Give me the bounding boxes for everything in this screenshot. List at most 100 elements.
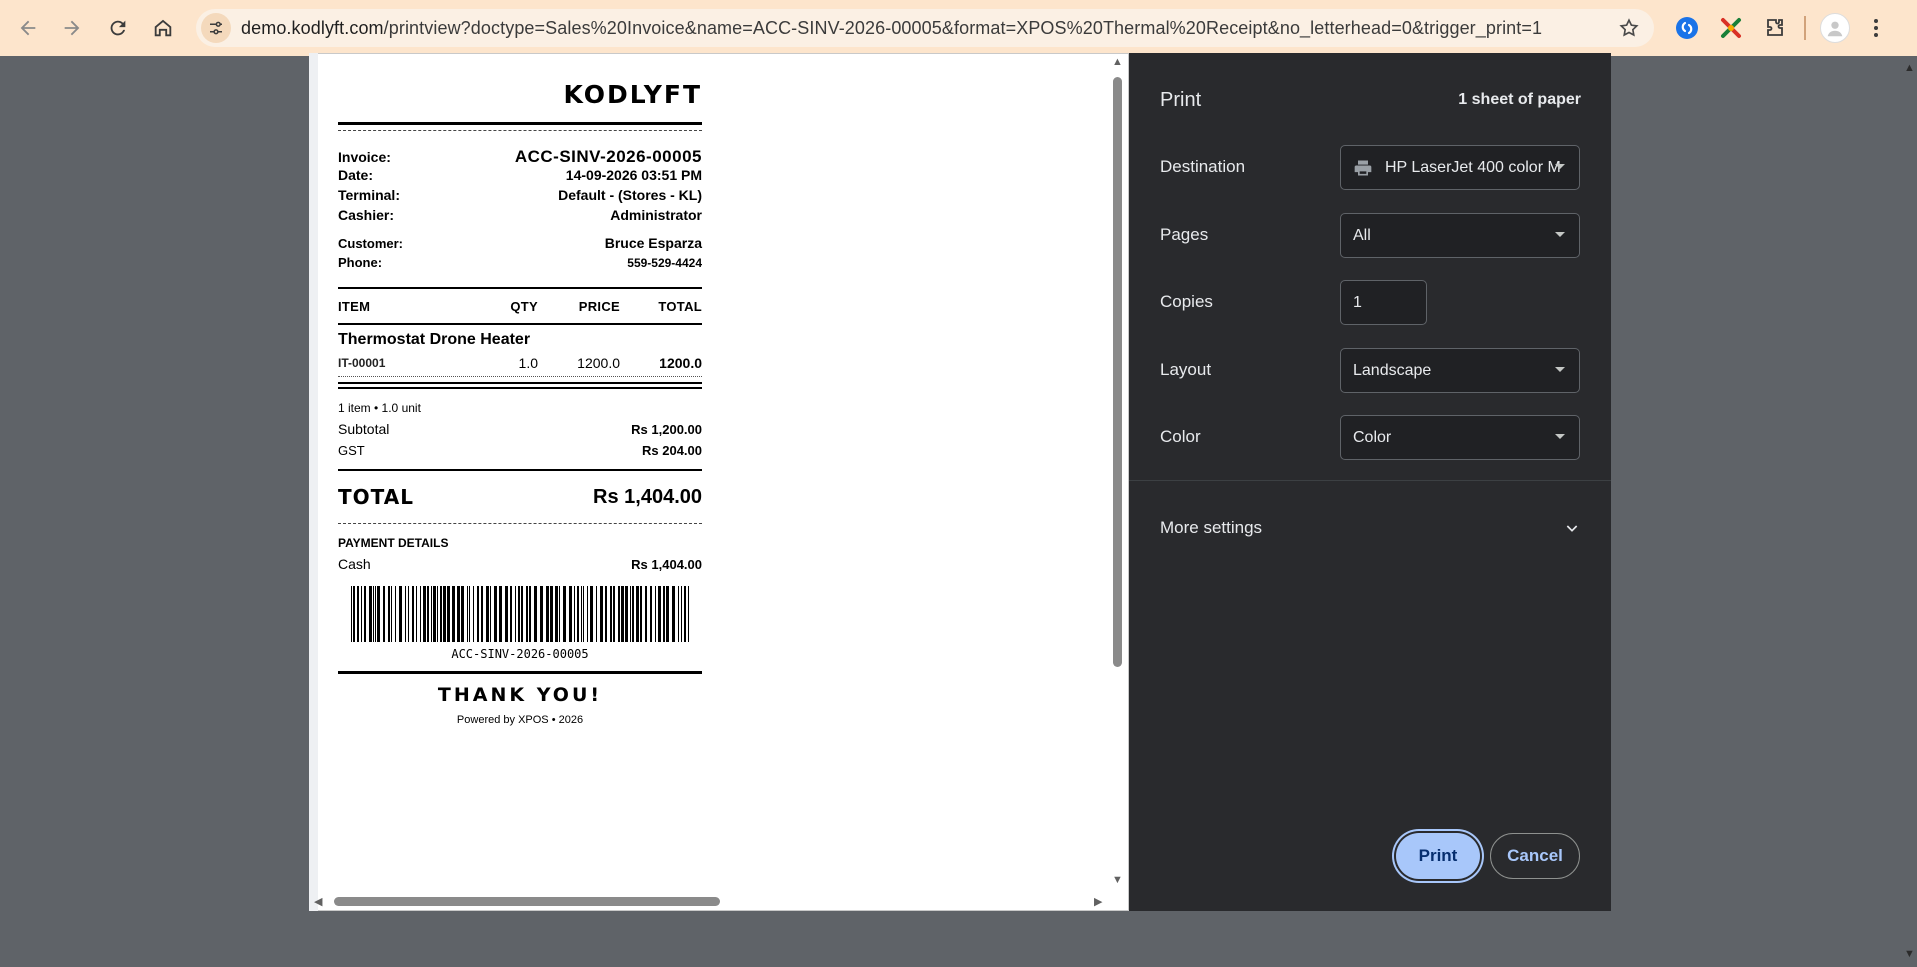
item-detail-row: IT-00001 1.0 1200.0 1200.0 bbox=[338, 353, 702, 373]
item-price: 1200.0 bbox=[577, 355, 620, 371]
scroll-left-arrow[interactable]: ◀ bbox=[314, 895, 322, 908]
pages-label: Pages bbox=[1160, 225, 1209, 244]
scroll-up-arrow[interactable]: ▲ bbox=[1904, 62, 1915, 74]
shazam-extension[interactable] bbox=[1672, 13, 1702, 43]
invoice-info: Invoice: ACC-SINV-2026-00005 Date: 14-09… bbox=[338, 147, 702, 227]
shazam-icon bbox=[1676, 17, 1698, 39]
column-header-item: ITEM bbox=[338, 298, 371, 314]
divider bbox=[338, 122, 702, 125]
preview-horizontal-scrollbar[interactable]: ◀ ▶ bbox=[310, 893, 1110, 909]
site-info-button[interactable] bbox=[201, 13, 231, 43]
more-settings-label: More settings bbox=[1160, 518, 1263, 537]
column-header-total: TOTAL bbox=[658, 298, 702, 314]
chevron-down-icon bbox=[1566, 525, 1578, 532]
barcode-text: ACC-SINV-2026-00005 bbox=[451, 647, 589, 661]
receipt-brand: KODLYFT bbox=[563, 80, 702, 109]
invoice-row: Invoice: ACC-SINV-2026-00005 bbox=[338, 147, 702, 167]
receipt: KODLYFT Invoice: ACC-SINV-2026-00005 Dat… bbox=[338, 80, 702, 726]
scroll-thumb[interactable] bbox=[1113, 77, 1122, 667]
customer-value: Bruce Esparza bbox=[604, 235, 702, 251]
home-icon bbox=[154, 19, 172, 37]
url-host: demo.kodlyft.com bbox=[241, 17, 384, 38]
color-label: Color bbox=[1160, 427, 1201, 446]
reload-icon bbox=[110, 20, 126, 36]
scroll-thumb[interactable] bbox=[334, 897, 720, 906]
date-row: Date: 14-09-2026 03:51 PM bbox=[338, 167, 702, 187]
customer-label: Customer: bbox=[338, 236, 404, 251]
list-item: Thermostat Drone Heater IT-00001 1.0 120… bbox=[338, 325, 702, 377]
column-header-qty: QTY bbox=[510, 298, 538, 314]
cashier-value: Administrator bbox=[610, 207, 702, 223]
destination-value: HP LaserJet 400 color M bbox=[1385, 158, 1561, 176]
pages-select[interactable]: All bbox=[1340, 213, 1580, 258]
layout-select[interactable]: Landscape bbox=[1340, 348, 1580, 393]
date-value: 14-09-2026 03:51 PM bbox=[565, 167, 702, 183]
cancel-button[interactable]: Cancel bbox=[1490, 833, 1580, 879]
phone-value: 559-529-4424 bbox=[627, 256, 702, 270]
divider bbox=[1129, 480, 1611, 481]
caret-down-icon bbox=[1555, 434, 1565, 439]
phone-row: Phone: 559-529-4424 bbox=[338, 255, 702, 273]
tax-row: GST Rs 204.00 bbox=[338, 443, 702, 465]
more-settings-toggle[interactable]: More settings bbox=[1160, 518, 1580, 538]
site-info-icon bbox=[210, 21, 222, 35]
destination-label: Destination bbox=[1160, 157, 1246, 176]
terminal-value: Default - (Stores - KL) bbox=[558, 187, 702, 203]
thank-you-text: THANK YOU! bbox=[437, 684, 603, 706]
payment-method: Cash bbox=[338, 556, 371, 572]
url-text[interactable]: demo.kodlyft.com/printview?doctype=Sales… bbox=[241, 18, 1542, 39]
payment-heading: PAYMENT DETAILS bbox=[338, 536, 449, 550]
extensions-area bbox=[1672, 10, 1888, 46]
toolbar-separator bbox=[1804, 16, 1806, 40]
divider bbox=[338, 671, 702, 674]
layout-label: Layout bbox=[1160, 360, 1212, 379]
divider bbox=[338, 387, 702, 389]
avatar[interactable] bbox=[1820, 13, 1850, 43]
item-code: IT-00001 bbox=[338, 356, 386, 370]
phone-label: Phone: bbox=[338, 255, 383, 270]
destination-select[interactable]: HP LaserJet 400 color M bbox=[1340, 145, 1580, 190]
subtotal-row: Subtotal Rs 1,200.00 bbox=[338, 421, 702, 443]
browser-menu-button[interactable] bbox=[1864, 13, 1888, 43]
payment-row: Cash Rs 1,404.00 bbox=[338, 556, 702, 578]
preview-vertical-scrollbar[interactable]: ▲ ▼ bbox=[1109, 57, 1125, 887]
address-bar[interactable]: demo.kodlyft.com/printview?doctype=Sales… bbox=[196, 9, 1654, 47]
items-header: ITEM QTY PRICE TOTAL bbox=[338, 289, 702, 323]
print-settings-panel: Print 1 sheet of paper Destination HP La… bbox=[1129, 53, 1611, 911]
divider bbox=[338, 382, 702, 384]
forward-icon bbox=[64, 20, 80, 36]
copies-input[interactable]: 1 bbox=[1340, 280, 1427, 325]
extensions-button[interactable] bbox=[1760, 13, 1790, 43]
pages-value: All bbox=[1353, 226, 1371, 244]
tax-label: GST bbox=[338, 443, 365, 458]
subtotal-label: Subtotal bbox=[338, 421, 390, 437]
color-select[interactable]: Color bbox=[1340, 415, 1580, 460]
column-header-price: PRICE bbox=[578, 298, 620, 314]
summary-count: 1 item • 1.0 unit bbox=[338, 401, 421, 415]
back-button[interactable] bbox=[6, 6, 50, 50]
home-button[interactable] bbox=[141, 6, 185, 50]
item-total: 1200.0 bbox=[659, 355, 702, 371]
forward-button[interactable] bbox=[50, 6, 94, 50]
cashier-label: Cashier: bbox=[338, 207, 395, 223]
divider bbox=[338, 523, 702, 524]
tax-value: Rs 204.00 bbox=[642, 443, 702, 458]
print-button[interactable]: Print bbox=[1396, 833, 1480, 879]
tools-extension[interactable] bbox=[1716, 13, 1746, 43]
invoice-number: ACC-SINV-2026-00005 bbox=[514, 147, 702, 166]
caret-down-icon bbox=[1555, 164, 1565, 169]
star-icon[interactable] bbox=[1618, 17, 1640, 39]
scroll-down-arrow[interactable]: ▼ bbox=[1112, 875, 1123, 886]
powered-by-text: Powered by XPOS • 2026 bbox=[456, 714, 584, 726]
scroll-up-arrow[interactable]: ▲ bbox=[1112, 57, 1123, 68]
caret-down-icon bbox=[1555, 367, 1565, 372]
page-vertical-scrollbar[interactable]: ▲ ▼ bbox=[1900, 56, 1917, 967]
invoice-label: Invoice: bbox=[338, 149, 391, 165]
back-icon bbox=[20, 20, 36, 36]
scroll-down-arrow[interactable]: ▼ bbox=[1904, 948, 1915, 960]
terminal-label: Terminal: bbox=[338, 187, 400, 203]
url-path: /printview?doctype=Sales%20Invoice&name=… bbox=[383, 17, 1543, 38]
date-label: Date: bbox=[338, 167, 374, 183]
reload-button[interactable] bbox=[96, 6, 140, 50]
scroll-right-arrow[interactable]: ▶ bbox=[1094, 895, 1102, 908]
